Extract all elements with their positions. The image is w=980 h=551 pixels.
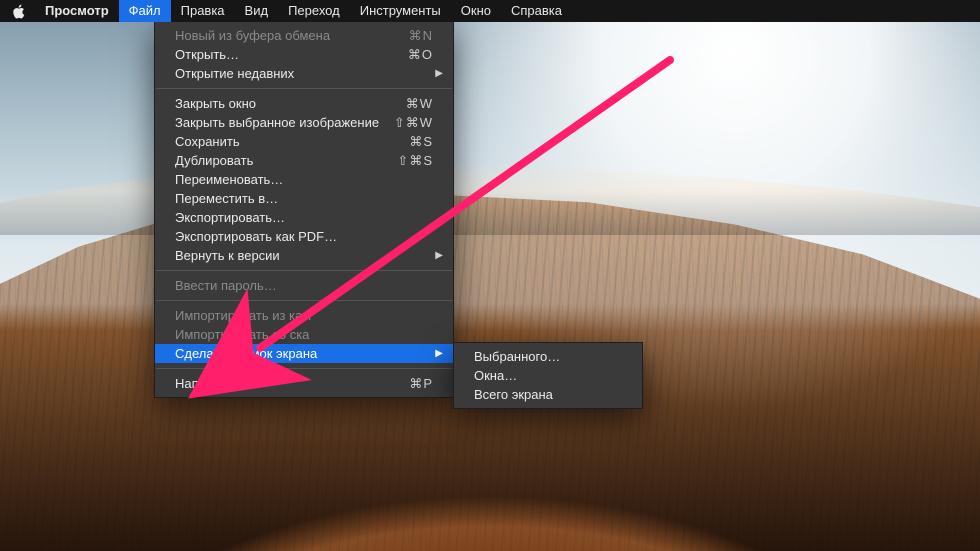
submenu-item-label: Выбранного… (474, 349, 560, 364)
screenshot-submenu: Выбранного… Окна… Всего экрана (453, 342, 643, 409)
screenshot-submenu-item-1[interactable]: Окна… (454, 366, 642, 385)
file-menu-item-1-4[interactable]: Переименовать… (155, 170, 453, 189)
file-menu-item-3-1: Импортировать со ска (155, 325, 453, 344)
menu-item-shortcut: ⌘N (409, 28, 433, 44)
file-menu-item-1-8[interactable]: Вернуть к версии▶ (155, 246, 453, 265)
menu-item-0[interactable]: Файл (119, 0, 171, 22)
screenshot-submenu-item-2[interactable]: Всего экрана (454, 385, 642, 404)
file-menu-item-1-6[interactable]: Экспортировать… (155, 208, 453, 227)
menu-separator (156, 270, 452, 271)
menu-item-label: Открытие недавних (175, 66, 433, 81)
screenshot-submenu-item-0[interactable]: Выбранного… (454, 347, 642, 366)
menu-item-4[interactable]: Инструменты (350, 0, 451, 22)
menu-item-shortcut: ⌘S (409, 134, 433, 150)
file-menu-item-3-2[interactable]: Сделать снимок экрана▶ (155, 344, 453, 363)
file-menu-item-1-3[interactable]: Дублировать⇧⌘S (155, 151, 453, 170)
menu-item-3[interactable]: Переход (278, 0, 350, 22)
menu-item-label: Напечатать… (175, 376, 409, 391)
menu-item-label: Переименовать… (175, 172, 433, 187)
viewport: Просмотр ФайлПравкаВидПереходИнструменты… (0, 0, 980, 551)
file-menu-item-0-0: Новый из буфера обмена⌘N (155, 26, 453, 45)
menu-separator (156, 368, 452, 369)
file-menu-item-2-0: Ввести пароль… (155, 276, 453, 295)
menu-item-6[interactable]: Справка (501, 0, 572, 22)
file-menu-item-1-0[interactable]: Закрыть окно⌘W (155, 94, 453, 113)
submenu-arrow-icon: ▶ (435, 68, 443, 79)
menu-item-shortcut: ⌘P (409, 376, 433, 392)
menu-item-label: Закрыть окно (175, 96, 406, 111)
menu-item-label: Открыть… (175, 47, 408, 62)
file-menu-item-4-0[interactable]: Напечатать…⌘P (155, 374, 453, 393)
submenu-item-label: Окна… (474, 368, 517, 383)
menu-item-1[interactable]: Правка (171, 0, 235, 22)
menu-item-label: Сделать снимок экрана (175, 346, 433, 361)
file-menu-item-1-2[interactable]: Сохранить⌘S (155, 132, 453, 151)
submenu-arrow-icon: ▶ (435, 348, 443, 359)
file-menu-item-1-1[interactable]: Закрыть выбранное изображение⇧⌘W (155, 113, 453, 132)
file-menu-item-0-2[interactable]: Открытие недавних▶ (155, 64, 453, 83)
menu-item-label: Переместить в… (175, 191, 433, 206)
desktop-wallpaper (0, 0, 980, 551)
menu-item-label: Дублировать (175, 153, 397, 168)
menu-item-2[interactable]: Вид (235, 0, 279, 22)
app-name[interactable]: Просмотр (35, 0, 119, 22)
menu-item-label: Новый из буфера обмена (175, 28, 409, 43)
menu-item-shortcut: ⇧⌘W (394, 115, 433, 131)
menu-item-shortcut: ⇧⌘S (397, 153, 433, 169)
file-menu-item-1-5[interactable]: Переместить в… (155, 189, 453, 208)
menu-item-label: Вернуть к версии (175, 248, 433, 263)
submenu-item-label: Всего экрана (474, 387, 553, 402)
menu-item-label: Ввести пароль… (175, 278, 433, 293)
menu-item-5[interactable]: Окно (451, 0, 501, 22)
file-menu-dropdown: Новый из буфера обмена⌘NОткрыть…⌘OОткрыт… (154, 22, 454, 398)
menu-item-shortcut: ⌘O (408, 47, 433, 63)
file-menu-item-1-7[interactable]: Экспортировать как PDF… (155, 227, 453, 246)
menu-item-label: Импортировать со ска (175, 327, 433, 342)
menu-separator (156, 300, 452, 301)
submenu-arrow-icon: ▶ (435, 250, 443, 261)
menu-item-label: Экспортировать как PDF… (175, 229, 433, 244)
menu-separator (156, 88, 452, 89)
file-menu-item-3-0: Импортировать из кам (155, 306, 453, 325)
menu-bar: Просмотр ФайлПравкаВидПереходИнструменты… (0, 0, 980, 22)
menu-item-shortcut: ⌘W (406, 96, 433, 112)
menu-item-label: Сохранить (175, 134, 409, 149)
menu-item-label: Закрыть выбранное изображение (175, 115, 394, 130)
file-menu-item-0-1[interactable]: Открыть…⌘O (155, 45, 453, 64)
menu-item-label: Экспортировать… (175, 210, 433, 225)
menu-item-label: Импортировать из кам (175, 308, 433, 323)
apple-menu-icon[interactable] (10, 4, 35, 19)
